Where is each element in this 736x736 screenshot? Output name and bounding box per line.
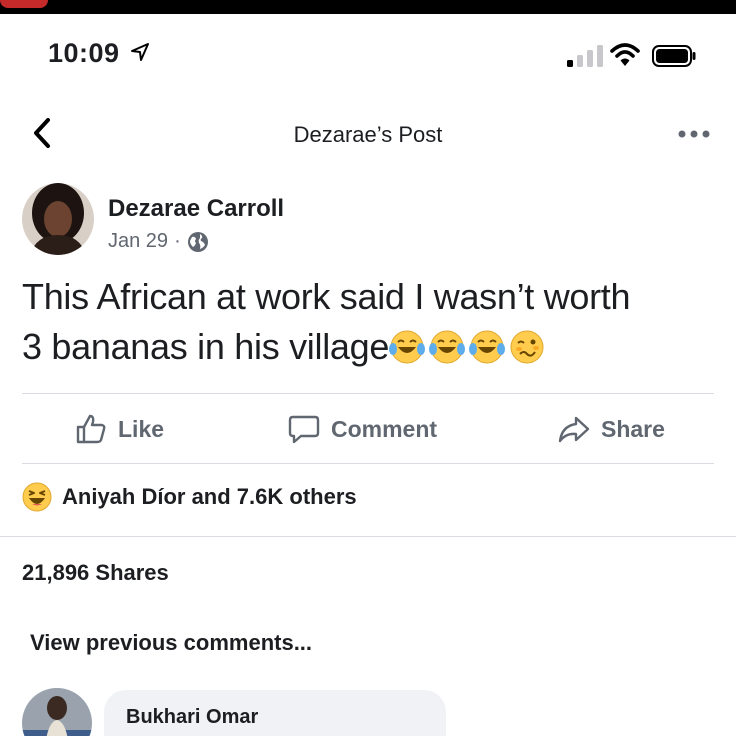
view-previous-comments-link[interactable]: View previous comments... xyxy=(30,630,312,656)
share-label: Share xyxy=(601,415,665,442)
share-arrow-icon xyxy=(558,416,590,443)
app-edge-decoration xyxy=(0,0,48,8)
post-meta: Jan 29 · xyxy=(108,230,209,253)
share-button[interactable]: Share xyxy=(557,410,665,448)
tears-of-joy-emoji xyxy=(389,330,426,364)
commenter-avatar[interactable] xyxy=(22,688,92,736)
post-body: This African at work said I wasn’t worth… xyxy=(22,272,722,372)
meta-separator: · xyxy=(174,230,181,252)
shares-count[interactable]: 21,896 Shares xyxy=(22,560,169,586)
tears-of-joy-emoji xyxy=(469,330,506,364)
comment-button[interactable]: Comment xyxy=(287,410,437,448)
like-button[interactable]: Like xyxy=(74,410,164,448)
comment-label: Comment xyxy=(331,415,438,442)
author-avatar[interactable] xyxy=(22,183,94,255)
commenter-name[interactable]: Bukhari Omar xyxy=(126,706,258,729)
divider-bottom-actions xyxy=(22,463,714,464)
cellular-signal-icon xyxy=(567,45,603,67)
comment-bubble-icon xyxy=(288,415,320,444)
reactions-text: Aniyah Díor and 7.6K others xyxy=(62,484,357,509)
thumbs-up-icon xyxy=(76,414,106,444)
post-actions-bar: Like Comment Share xyxy=(22,400,714,458)
woozy-face-emoji xyxy=(510,330,544,364)
battery-icon xyxy=(652,45,696,67)
post-text-line-2-text: 3 bananas in his village xyxy=(22,326,390,367)
author-photo xyxy=(22,183,94,255)
like-label: Like xyxy=(118,415,165,442)
post-date[interactable]: Jan 29 xyxy=(108,230,168,253)
divider-top-actions xyxy=(22,393,714,394)
divider-reactions xyxy=(0,536,736,537)
globe-icon xyxy=(187,231,208,252)
haha-reaction-icon xyxy=(22,482,52,512)
page-title: Dezarae’s Post xyxy=(293,122,443,147)
status-time: 10:09 xyxy=(48,38,120,68)
tears-of-joy-emoji xyxy=(429,330,466,364)
location-arrow-icon xyxy=(131,43,149,61)
top-black-bar xyxy=(0,0,736,14)
comment-bubble[interactable]: Bukhari Omar xyxy=(104,690,446,736)
reactions-summary[interactable]: Aniyah Díor and 7.6K others xyxy=(22,482,357,512)
commenter-photo xyxy=(22,688,92,736)
post-text-line-2: 3 bananas in his village xyxy=(22,322,722,372)
wifi-icon xyxy=(610,43,640,66)
more-horizontal-icon[interactable] xyxy=(677,124,711,144)
status-bar: 10:09 xyxy=(0,30,736,82)
author-name[interactable]: Dezarae Carroll xyxy=(108,195,284,223)
post-header-bar: Dezarae’s Post xyxy=(0,110,736,160)
post-text-line-1: This African at work said I wasn’t worth xyxy=(22,276,631,317)
